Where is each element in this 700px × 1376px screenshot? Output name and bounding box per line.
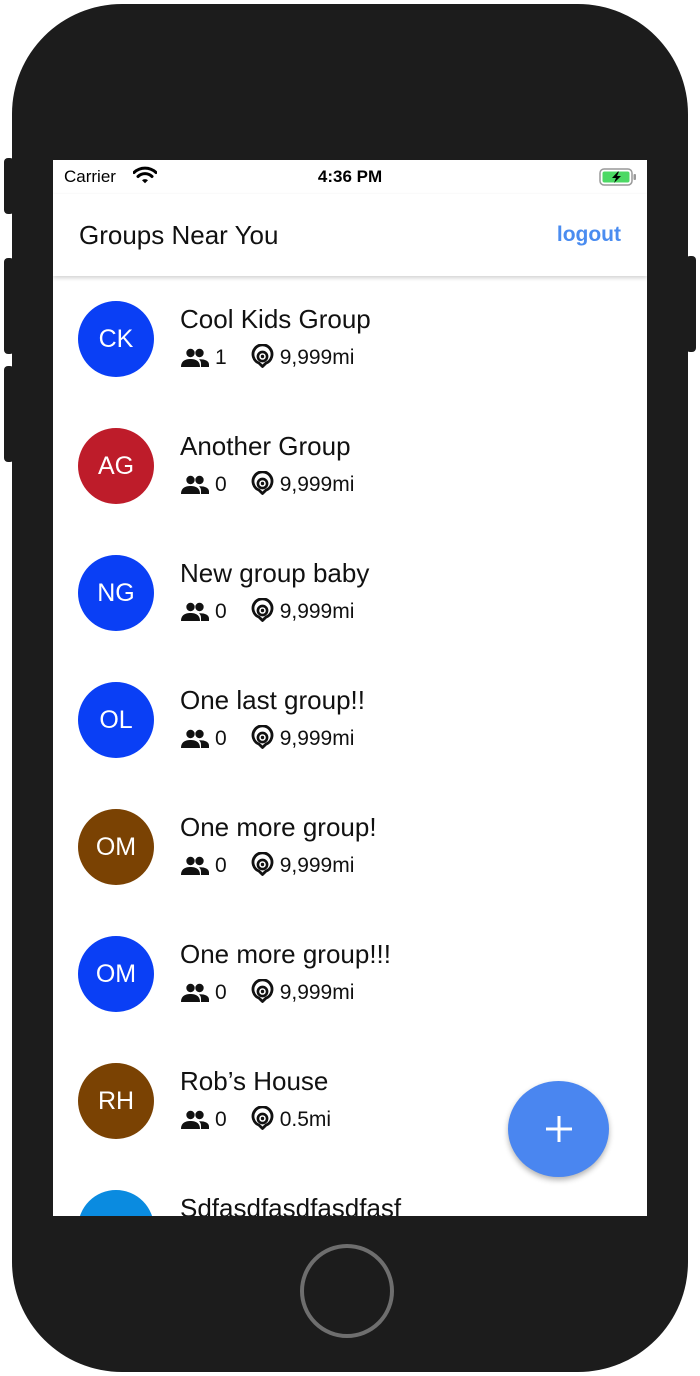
member-count: 0 bbox=[215, 599, 227, 623]
group-meta: 0 9,999mi bbox=[180, 852, 354, 879]
avatar-initials: AG bbox=[97, 451, 135, 480]
people-icon bbox=[181, 348, 209, 367]
member-count: 0 bbox=[215, 726, 227, 750]
member-count: 0 bbox=[215, 853, 227, 877]
member-count: 0 bbox=[215, 980, 227, 1004]
group-distance: 9,999mi bbox=[279, 345, 355, 369]
plus-icon bbox=[545, 1116, 572, 1142]
group-avatar: CK bbox=[78, 301, 154, 377]
location-signal-icon bbox=[251, 852, 274, 876]
group-distance: 9,999mi bbox=[279, 980, 355, 1004]
group-avatar: NG bbox=[78, 555, 154, 631]
group-avatar: AG bbox=[78, 428, 154, 504]
group-list-item[interactable]: OL One last group!! 0 9,999mi bbox=[53, 657, 647, 784]
avatar-initials: RH bbox=[97, 1086, 135, 1115]
group-name: Sdfasdfasdfasdfasf bbox=[180, 1193, 402, 1216]
status-bar: Carrier 4:36 PM bbox=[53, 160, 647, 194]
people-icon bbox=[181, 475, 209, 494]
location-signal-icon bbox=[251, 344, 274, 368]
location-signal-icon bbox=[251, 1106, 274, 1130]
member-count: 0 bbox=[215, 472, 227, 496]
battery-charging-icon bbox=[599, 168, 637, 191]
group-distance: 9,999mi bbox=[279, 599, 355, 623]
volume-up-button bbox=[4, 258, 14, 354]
group-list: CK Cool Kids Group 1 9,999mi AG Another … bbox=[53, 276, 647, 1216]
group-meta: 0 9,999mi bbox=[180, 979, 354, 1006]
group-distance: 9,999mi bbox=[279, 853, 355, 877]
location-signal-icon bbox=[251, 598, 274, 622]
member-count: 0 bbox=[215, 1107, 227, 1131]
group-name: One more group! bbox=[180, 812, 377, 842]
app-screen: Carrier 4:36 PM Groups Near You logout C… bbox=[53, 160, 647, 1216]
group-avatar: OM bbox=[78, 936, 154, 1012]
location-signal-icon bbox=[251, 979, 274, 1003]
group-distance: 9,999mi bbox=[279, 726, 355, 750]
group-meta: 1 9,999mi bbox=[180, 344, 354, 371]
group-list-item[interactable]: NG New group baby 0 9,999mi bbox=[53, 530, 647, 657]
group-avatar: OM bbox=[78, 809, 154, 885]
group-distance: 9,999mi bbox=[279, 472, 355, 496]
people-icon bbox=[181, 983, 209, 1002]
group-name: New group baby bbox=[180, 558, 370, 588]
group-list-item[interactable]: CK Cool Kids Group 1 9,999mi bbox=[53, 276, 647, 403]
group-name: Rob’s House bbox=[180, 1066, 329, 1096]
group-name: One more group!!! bbox=[180, 939, 391, 969]
group-name: One last group!! bbox=[180, 685, 365, 715]
power-button bbox=[686, 256, 696, 352]
avatar-initials: NG bbox=[97, 578, 135, 607]
page-title: Groups Near You bbox=[79, 220, 279, 250]
group-meta: 0 0.5mi bbox=[180, 1106, 331, 1133]
group-avatar bbox=[78, 1190, 154, 1216]
avatar-initials: OL bbox=[99, 705, 133, 734]
location-signal-icon bbox=[251, 725, 274, 749]
nav-bar: Groups Near You logout bbox=[53, 194, 647, 276]
avatar-initials: OM bbox=[95, 832, 137, 861]
people-icon bbox=[181, 602, 209, 621]
people-icon bbox=[181, 856, 209, 875]
logout-button[interactable]: logout bbox=[557, 223, 621, 247]
group-meta: 0 9,999mi bbox=[180, 598, 354, 625]
people-icon bbox=[181, 729, 209, 748]
group-meta: 0 9,999mi bbox=[180, 725, 354, 752]
avatar-initials: OM bbox=[95, 959, 137, 988]
group-meta: 0 9,999mi bbox=[180, 471, 354, 498]
group-avatar: RH bbox=[78, 1063, 154, 1139]
group-avatar: OL bbox=[78, 682, 154, 758]
group-list-item[interactable]: OM One more group!!! 0 9,999mi bbox=[53, 911, 647, 1038]
mute-switch bbox=[4, 158, 14, 214]
group-name: Another Group bbox=[180, 431, 351, 461]
status-time: 4:36 PM bbox=[317, 167, 383, 186]
add-group-button[interactable] bbox=[508, 1081, 609, 1177]
home-button[interactable] bbox=[300, 1244, 394, 1338]
avatar-initials: CK bbox=[98, 324, 134, 353]
member-count: 1 bbox=[215, 345, 227, 369]
people-icon bbox=[181, 1110, 209, 1129]
volume-down-button bbox=[4, 366, 14, 462]
group-distance: 0.5mi bbox=[279, 1107, 332, 1131]
location-signal-icon bbox=[251, 471, 274, 495]
group-list-item[interactable]: AG Another Group 0 9,999mi bbox=[53, 403, 647, 530]
group-list-item[interactable]: OM One more group! 0 9,999mi bbox=[53, 784, 647, 911]
group-name: Cool Kids Group bbox=[180, 304, 371, 334]
